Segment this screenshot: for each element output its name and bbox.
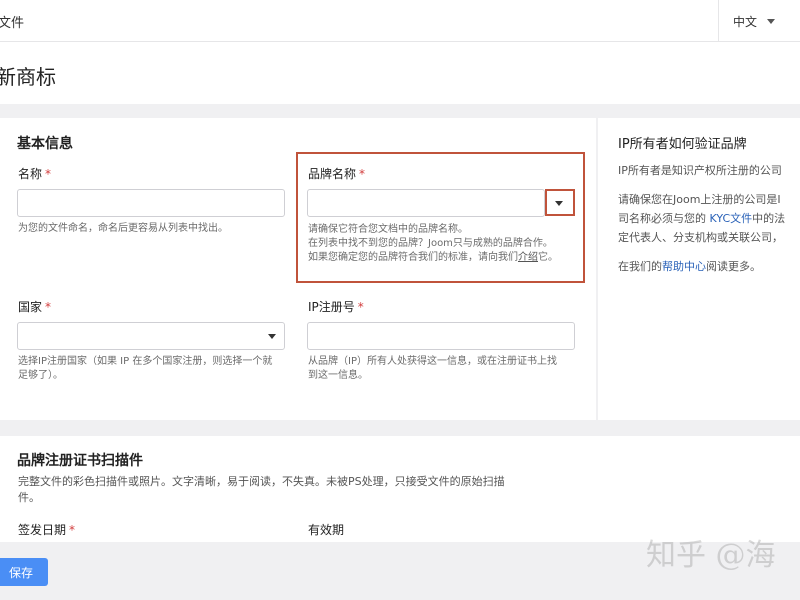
help-center-link[interactable]: 帮助中心 [662, 260, 706, 273]
brand-help-3-pre: 如果您确定您的品牌符合我们的标准，请向我们 [308, 252, 518, 263]
sidebar-line-1: IP所有者是知识产权所注册的公司 [618, 164, 782, 177]
scan-desc-2: 件。 [18, 491, 40, 504]
sidebar-line-3-pre: 司名称必须与您的 [618, 212, 710, 225]
country-label: 国家 * [18, 298, 51, 315]
save-button[interactable]: 保存 [0, 558, 48, 586]
brand-dropdown-button[interactable] [545, 189, 575, 216]
brand-help-1: 请确保它符合您文档中的品牌名称。 [308, 224, 468, 235]
sidebar-line-5: 在我们的帮助中心阅读更多。 [618, 256, 761, 278]
sidebar-line-5-post: 阅读更多。 [706, 260, 761, 273]
brand-help-3: 如果您确定您的品牌符合我们的标准，请向我们介绍它。 [308, 251, 558, 265]
country-label-text: 国家 [18, 300, 43, 314]
issue-date-label: 签发日期 * [18, 521, 75, 538]
issue-date-label-text: 签发日期 [18, 523, 67, 537]
kyc-document-link[interactable]: KYC文件 [710, 212, 753, 225]
country-help-2: 足够了）。 [18, 370, 63, 381]
chevron-down-icon [268, 334, 276, 339]
name-input[interactable] [17, 189, 285, 217]
expiry-label: 有效期 [308, 523, 345, 537]
required-mark: * [45, 300, 52, 314]
ip-help-1: 从品牌（IP）所有人处获得这一信息，或在注册证书上找 [308, 356, 557, 367]
name-label: 名称 * [18, 165, 51, 182]
language-label: 中文 [733, 14, 758, 29]
country-select[interactable] [17, 322, 285, 350]
introduce-link[interactable]: 介绍 [518, 252, 538, 263]
required-mark: * [69, 523, 76, 537]
breadcrumb[interactable]: 文件 [0, 12, 24, 31]
required-mark: * [359, 167, 366, 181]
brand-name-select[interactable] [307, 189, 545, 217]
sidebar-line-3-post: 中的法 [752, 212, 786, 225]
scan-section-title: 品牌注册证书扫描件 [17, 453, 143, 469]
chevron-down-icon [555, 201, 563, 206]
brand-help-2: 在列表中找不到您的品牌？Joom只与成熟的品牌合作。 [308, 238, 553, 249]
page-title: 新商标 [0, 65, 56, 89]
sidebar-title: IP所有者如何验证品牌 [618, 137, 747, 152]
scan-desc-1: 完整文件的彩色扫描件或照片。文字清晰，易于阅读，不失真。未被PS处理，只接受文件… [18, 475, 505, 488]
top-bar: 文件 中文 [0, 0, 800, 42]
brand-label: 品牌名称 * [308, 165, 365, 182]
required-mark: * [45, 167, 52, 181]
sidebar-line-5-pre: 在我们的 [618, 260, 662, 273]
chevron-down-icon [767, 18, 776, 24]
name-help: 为您的文件命名，命名后更容易从列表中找出。 [18, 223, 228, 234]
brand-label-text: 品牌名称 [308, 167, 357, 181]
watermark-text: 知乎 @海 [646, 538, 776, 573]
required-mark: * [357, 300, 364, 314]
language-selector[interactable]: 中文 [718, 0, 800, 42]
ip-number-input[interactable] [307, 322, 575, 350]
name-label-text: 名称 [18, 167, 43, 181]
page-header: 新商标 [0, 42, 800, 104]
ip-help-2: 到这一信息。 [308, 370, 368, 381]
basic-info-title: 基本信息 [17, 136, 73, 152]
sidebar-line-4: 定代表人、分支机构或关联公司， [618, 231, 783, 244]
brand-help-3-post: 它。 [538, 252, 558, 263]
ip-label-text: IP注册号 [308, 300, 355, 314]
country-help-1: 选择IP注册国家（如果 IP 在多个国家注册，则选择一个就 [18, 356, 273, 367]
ip-label: IP注册号 * [308, 298, 364, 315]
